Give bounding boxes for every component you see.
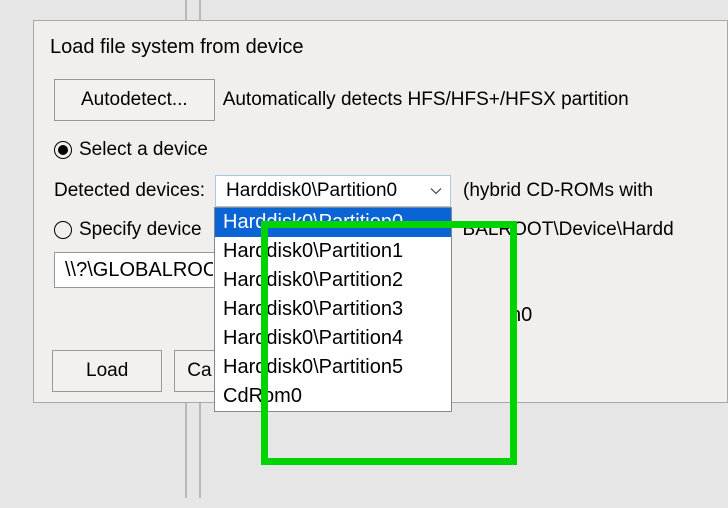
specify-device-right-text: BALROOT\Device\Hardd [463,219,674,241]
detected-devices-hint: (hybrid CD-ROMs with [463,180,653,202]
radio-circle-icon [54,141,72,159]
dropdown-selected[interactable]: Harddisk0\Partition0 [215,175,451,207]
dropdown-option[interactable]: Harddisk0\Partition3 [215,295,451,324]
select-device-radio[interactable]: Select a device [54,139,208,161]
detected-devices-label: Detected devices: [54,180,205,202]
radio-circle-icon [54,221,72,239]
dropdown-option[interactable]: Harddisk0\Partition1 [215,237,451,266]
load-device-panel: Load file system from device Autodetect.… [33,20,728,403]
dropdown-option[interactable]: Harddisk0\Partition5 [215,353,451,382]
panel-content: Autodetect... Automatically detects HFS/… [34,79,727,288]
device-path-input[interactable] [54,252,224,288]
detected-devices-dropdown[interactable]: Harddisk0\Partition0 Harddisk0\Partition… [215,175,451,207]
specify-device-radio[interactable]: Specify device [54,219,202,241]
dropdown-list[interactable]: Harddisk0\Partition0 Harddisk0\Partition… [214,207,452,412]
load-button[interactable]: Load [52,350,162,392]
dropdown-option[interactable]: CdRom0 [215,382,451,411]
detected-devices-row: Detected devices: Harddisk0\Partition0 H… [54,175,707,207]
dropdown-selected-text: Harddisk0\Partition0 [226,180,397,202]
autodetect-button[interactable]: Autodetect... [54,79,215,121]
autodetect-row: Autodetect... Automatically detects HFS/… [54,79,707,121]
action-buttons-row: Load Ca [52,350,214,392]
panel-title: Load file system from device [34,21,727,79]
specify-device-label: Specify device [79,219,202,241]
dropdown-option[interactable]: Harddisk0\Partition0 [215,208,451,237]
chevron-down-icon [430,185,442,197]
path-suffix-text: n0 [510,304,532,327]
select-device-row: Select a device [54,139,707,161]
select-device-label: Select a device [79,139,208,161]
autodetect-description: Automatically detects HFS/HFS+/HFSX part… [223,89,629,111]
cancel-button[interactable]: Ca [174,350,214,392]
dropdown-option[interactable]: Harddisk0\Partition4 [215,324,451,353]
dropdown-option[interactable]: Harddisk0\Partition2 [215,266,451,295]
